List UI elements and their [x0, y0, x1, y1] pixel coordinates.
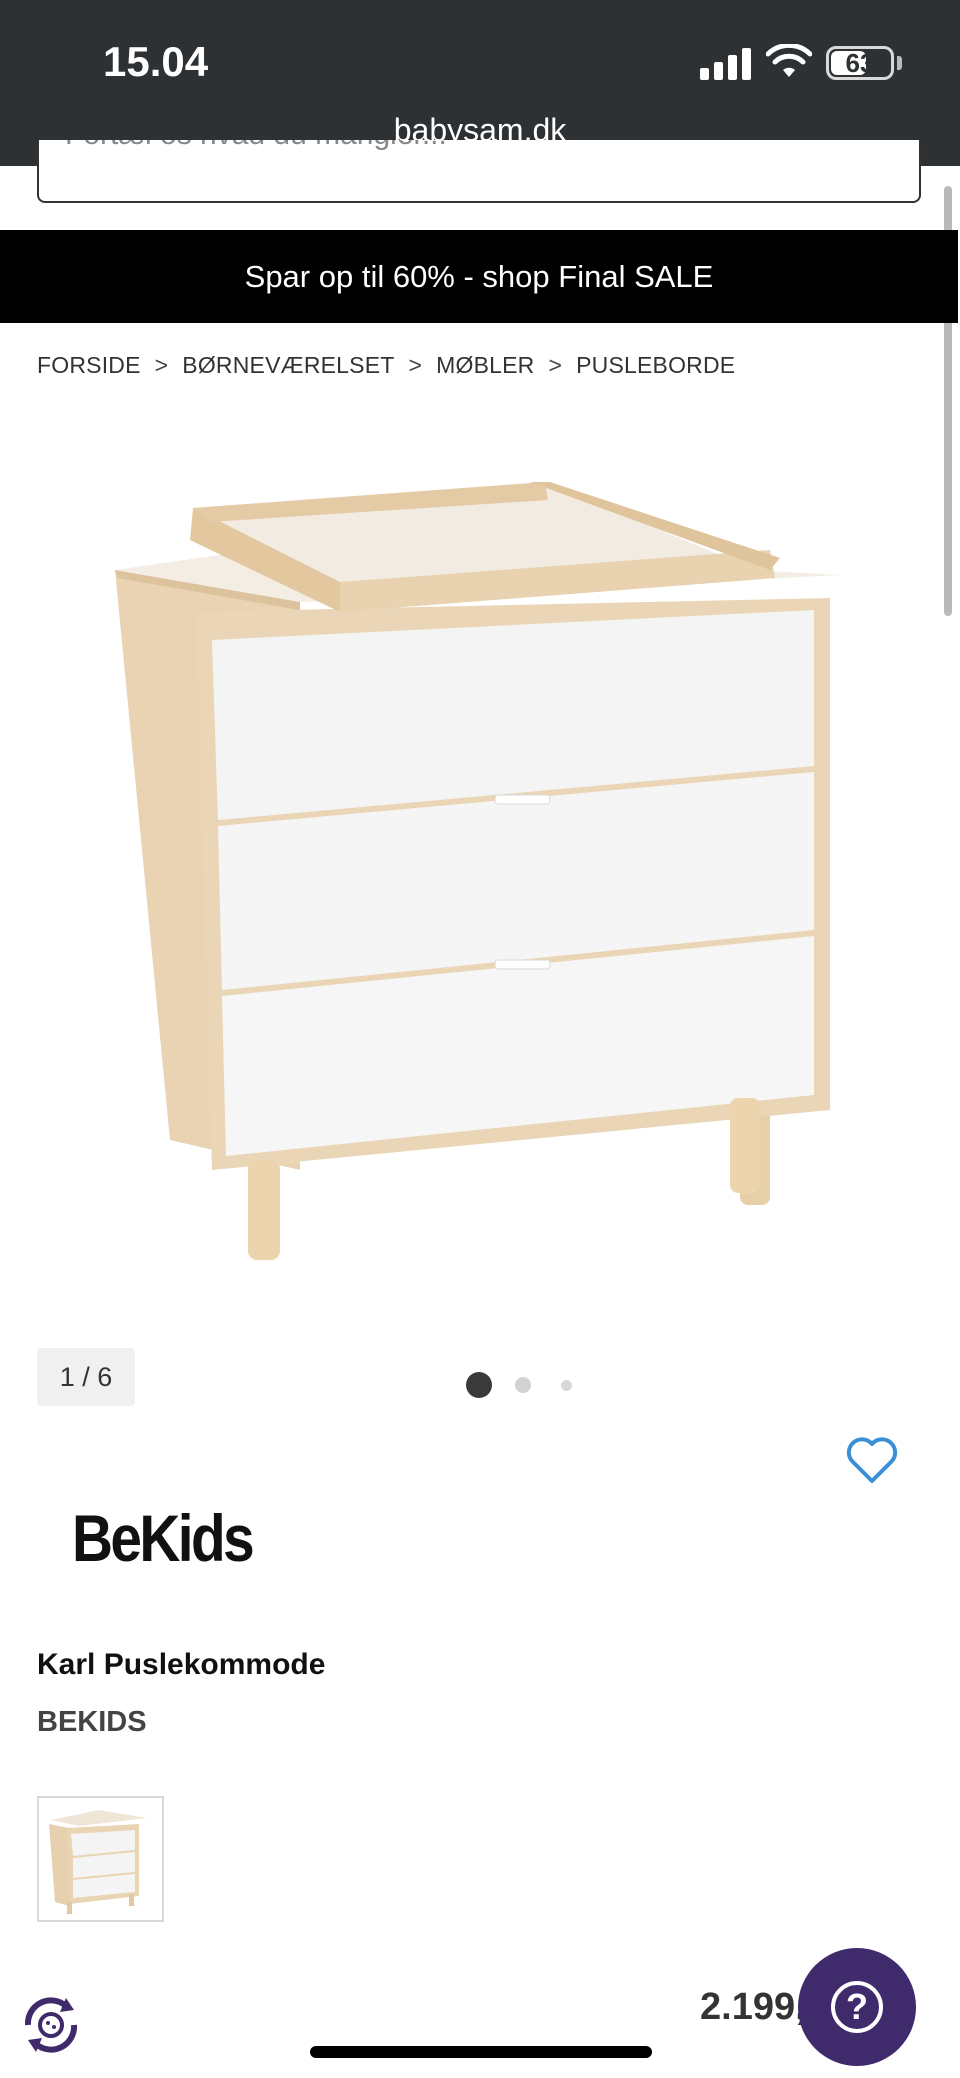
- promo-text: Spar op til 60% - shop Final SALE: [244, 258, 714, 294]
- loyalty-refresh-icon[interactable]: [16, 1990, 86, 2060]
- promo-banner[interactable]: Spar op til 60% - shop Final SALE: [0, 230, 958, 323]
- product-brand[interactable]: BEKIDS: [37, 1706, 147, 1739]
- breadcrumb-item-mobler[interactable]: MØBLER: [436, 352, 534, 379]
- heart-outline-icon[interactable]: [844, 1434, 900, 1486]
- breadcrumb-item-forside[interactable]: FORSIDE: [37, 352, 141, 379]
- breadcrumb-separator: >: [548, 352, 563, 378]
- gallery-dot-2[interactable]: [515, 1377, 531, 1393]
- help-button[interactable]: ?: [798, 1948, 916, 2066]
- signal-icon: [700, 46, 752, 80]
- breadcrumb-separator: >: [154, 352, 169, 378]
- brand-logo[interactable]: BeKids: [72, 1500, 255, 1576]
- product-title: Karl Puslekommode: [37, 1648, 326, 1681]
- battery-icon: 63: [826, 46, 894, 80]
- battery-level: 63: [845, 47, 875, 78]
- wifi-icon: [766, 44, 812, 77]
- question-mark-icon: ?: [831, 1981, 883, 2033]
- search-placeholder: Fortæl os hvad du mangler...: [65, 140, 447, 152]
- breadcrumb-item-pusleborde[interactable]: PUSLEBORDE: [576, 352, 735, 379]
- clock: 15.04: [103, 38, 209, 85]
- product-thumbnail[interactable]: [37, 1796, 164, 1922]
- home-indicator[interactable]: [310, 2046, 652, 2058]
- product-image[interactable]: [90, 470, 870, 1280]
- breadcrumb-item-bornevaerelset[interactable]: BØRNEVÆRELSET: [182, 352, 394, 379]
- gallery-dot-3[interactable]: [561, 1380, 572, 1391]
- gallery-dot-1[interactable]: [466, 1372, 492, 1398]
- search-input[interactable]: Fortæl os hvad du mangler...: [37, 140, 921, 203]
- breadcrumb-separator: >: [408, 352, 423, 378]
- breadcrumb: FORSIDE > BØRNEVÆRELSET > MØBLER > PUSLE…: [37, 352, 735, 379]
- gallery-counter: 1 / 6: [37, 1348, 135, 1406]
